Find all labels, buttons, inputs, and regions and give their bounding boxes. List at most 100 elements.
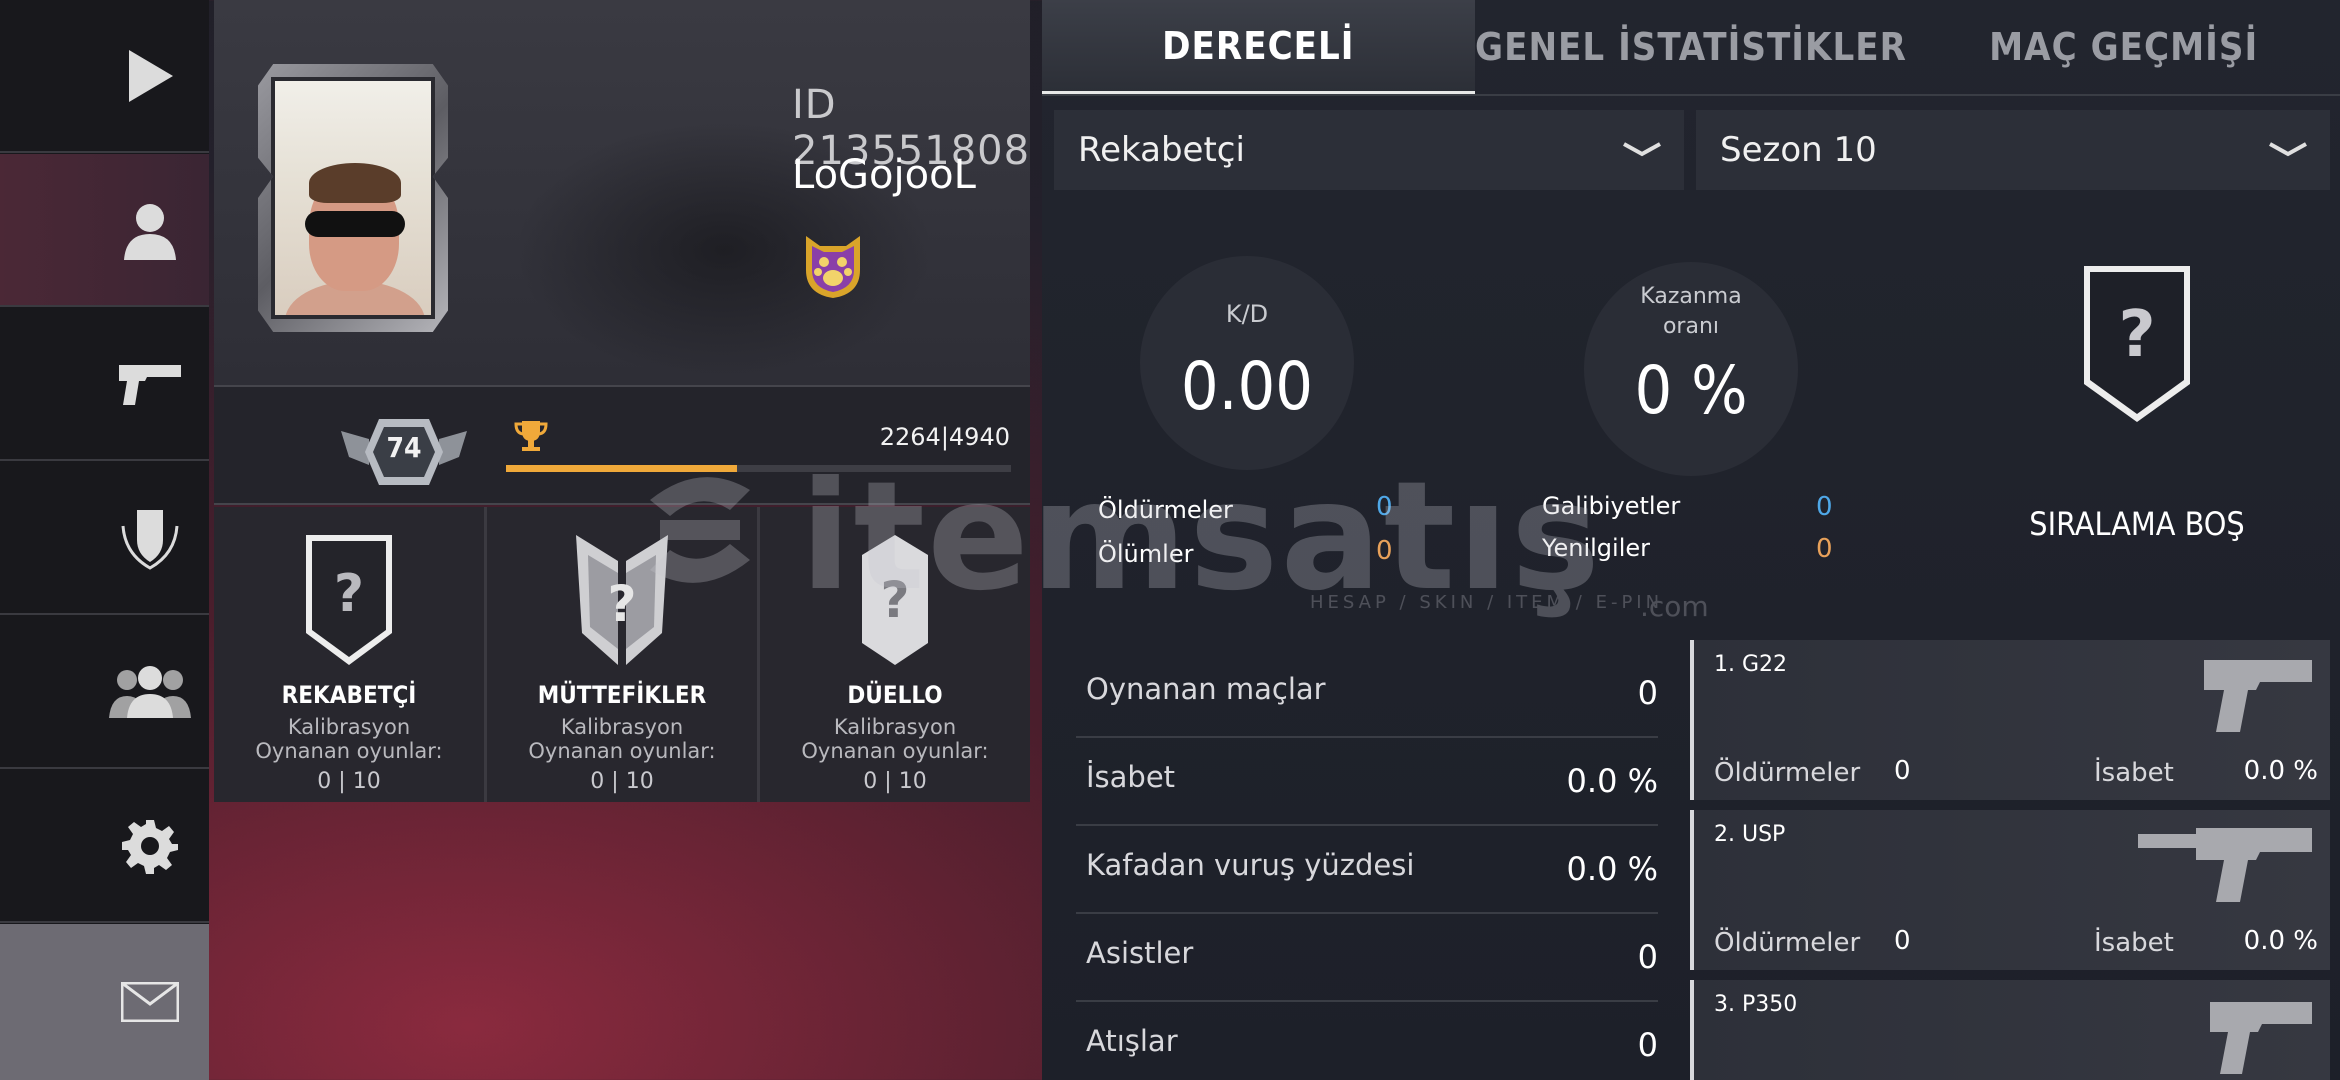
stat-value: 0.0 %	[1566, 850, 1658, 888]
tab-bar: DERECELİ GENEL İSTATİSTİKLER MAÇ GEÇMİŞİ	[1042, 0, 2340, 96]
stat-value: 0.0 %	[1566, 762, 1658, 800]
mode-card[interactable]: ? REKABETÇİ Kalibrasyon Oynanan oyunlar:…	[214, 507, 487, 802]
sidebar	[0, 0, 209, 1080]
sidebar-item-clan[interactable]	[0, 462, 209, 615]
chevron-down-icon	[1623, 142, 1661, 157]
stat-row: Asistler 0	[1076, 914, 1658, 1002]
mode-card[interactable]: ? DÜELLO Kalibrasyon Oynanan oyunlar: 0 …	[760, 507, 1030, 802]
stat-row: İsabet 0.0 %	[1076, 738, 1658, 826]
kills-label: Öldürmeler	[1098, 496, 1233, 524]
avatar-frame	[258, 64, 448, 332]
weapon-accuracy-label: İsabet	[2094, 758, 2174, 788]
sidebar-item-play[interactable]	[0, 0, 209, 153]
mode-played-value: 0 | 10	[590, 769, 654, 794]
mode-name: REKABETÇİ	[281, 681, 417, 709]
stat-row: Kafadan vuruş yüzdesi 0.0 %	[1076, 826, 1658, 914]
mode-status: Kalibrasyon	[833, 715, 957, 739]
sidebar-item-weapons[interactable]	[0, 308, 209, 461]
weapon-kills-label: Öldürmeler	[1714, 758, 1861, 788]
pistol-g22-icon	[2204, 660, 2312, 732]
xp-text: 2264|4940	[879, 423, 1010, 451]
winrate-value: 0 %	[1634, 352, 1748, 429]
weapon-name: 2. USP	[1714, 822, 1786, 847]
sidebar-item-mail[interactable]	[0, 924, 209, 1080]
stat-label: Kafadan vuruş yüzdesi	[1086, 848, 1415, 882]
xp-progress-fill	[506, 465, 738, 472]
shield-icon	[121, 509, 178, 570]
pistol-p350-icon	[2210, 1002, 2312, 1074]
deaths-value: 0	[1376, 536, 1393, 566]
winrate-label-line2: oranı	[1662, 314, 1720, 339]
weapon-card[interactable]: 1. G22 Öldürmeler 0 İsabet 0.0 %	[1690, 640, 2330, 800]
group-icon	[108, 665, 191, 718]
paw-badge-icon	[806, 236, 860, 298]
pistol-usp-icon	[2138, 828, 2312, 902]
sidebar-item-settings[interactable]	[0, 770, 209, 923]
mode-name: DÜELLO	[847, 681, 943, 709]
mode-name: MÜTTEFİKLER	[537, 681, 707, 709]
wins-value: 0	[1816, 492, 1833, 522]
user-icon	[123, 203, 176, 260]
svg-text:?: ?	[334, 564, 364, 624]
weapon-card[interactable]: 3. P350	[1690, 980, 2330, 1080]
profile-card: ID 213551808 LoGojooL	[214, 0, 1030, 385]
weapon-name: 3. P350	[1714, 992, 1798, 1017]
mode-status: Kalibrasyon	[287, 715, 411, 739]
season-dropdown[interactable]: Sezon 10	[1696, 110, 2330, 190]
tab-general-stats[interactable]: GENEL İSTATİSTİKLER	[1475, 0, 1908, 94]
player-name: LoGojooL	[792, 152, 976, 198]
xp-progress-bar	[506, 465, 1011, 472]
stat-label: Atışlar	[1086, 1024, 1178, 1058]
rank-hexagon-icon: ?	[862, 535, 928, 665]
play-icon	[128, 49, 173, 102]
svg-text:?: ?	[2118, 298, 2155, 372]
kd-circle: K/D 0.00	[1140, 256, 1354, 470]
weapon-kills-label: Öldürmeler	[1714, 928, 1861, 958]
rank-empty-shield-icon: ?	[2084, 266, 2190, 422]
season-dropdown-value: Sezon 10	[1720, 130, 1877, 170]
mode-played-label: Oynanan oyunlar:	[255, 739, 443, 763]
avatar[interactable]	[271, 77, 435, 319]
pistol-icon	[118, 364, 181, 405]
stat-label: İsabet	[1086, 760, 1176, 794]
stat-row: Atışlar 0	[1076, 1002, 1658, 1080]
weapon-accuracy-value: 0.0 %	[2243, 926, 2318, 956]
winrate-label-line1: Kazanma	[1640, 284, 1742, 309]
tab-ranked[interactable]: DERECELİ	[1042, 0, 1475, 94]
mode-played-value: 0 | 10	[863, 769, 927, 794]
svg-text:?: ?	[880, 571, 909, 629]
stats-panel: DERECELİ GENEL İSTATİSTİKLER MAÇ GEÇMİŞİ…	[1042, 0, 2340, 1080]
kills-value: 0	[1376, 492, 1393, 522]
mail-icon	[120, 982, 179, 1022]
level-row: 74 2264|4940	[214, 385, 1030, 505]
weapon-kills-value: 0	[1894, 756, 1911, 786]
mode-ranks: ? REKABETÇİ Kalibrasyon Oynanan oyunlar:…	[214, 507, 1030, 802]
mode-dropdown-value: Rekabetçi	[1078, 130, 1245, 170]
mode-played-label: Oynanan oyunlar:	[801, 739, 989, 763]
losses-label: Yenilgiler	[1542, 534, 1650, 562]
svg-text:?: ?	[607, 575, 636, 633]
stat-label: Asistler	[1086, 936, 1194, 970]
weapon-card[interactable]: 2. USP Öldürmeler 0 İsabet 0.0 %	[1690, 810, 2330, 970]
stat-label: Oynanan maçlar	[1086, 672, 1326, 706]
rank-wings-icon: ?	[576, 535, 668, 665]
mode-status: Kalibrasyon	[560, 715, 684, 739]
gear-icon	[121, 819, 178, 874]
sidebar-item-friends[interactable]	[0, 616, 209, 769]
weapon-name: 1. G22	[1714, 652, 1788, 677]
weapon-accuracy-value: 0.0 %	[2243, 756, 2318, 786]
tab-match-history[interactable]: MAÇ GEÇMİŞİ	[1907, 0, 2340, 94]
stat-value: 0	[1637, 674, 1658, 712]
winrate-circle: Kazanma oranı 0 %	[1584, 262, 1798, 476]
deaths-label: Ölümler	[1098, 540, 1194, 568]
trophy-icon	[514, 421, 548, 451]
stat-value: 0	[1637, 1026, 1658, 1064]
stat-row: Oynanan maçlar 0	[1076, 650, 1658, 738]
mode-card[interactable]: ? MÜTTEFİKLER Kalibrasyon Oynanan oyunla…	[487, 507, 760, 802]
level-number: 74	[386, 431, 422, 464]
weapon-accuracy-label: İsabet	[2094, 928, 2174, 958]
sidebar-item-profile[interactable]	[0, 154, 209, 307]
wins-label: Galibiyetler	[1542, 492, 1681, 520]
mode-dropdown[interactable]: Rekabetçi	[1054, 110, 1684, 190]
chevron-down-icon	[2269, 142, 2307, 157]
